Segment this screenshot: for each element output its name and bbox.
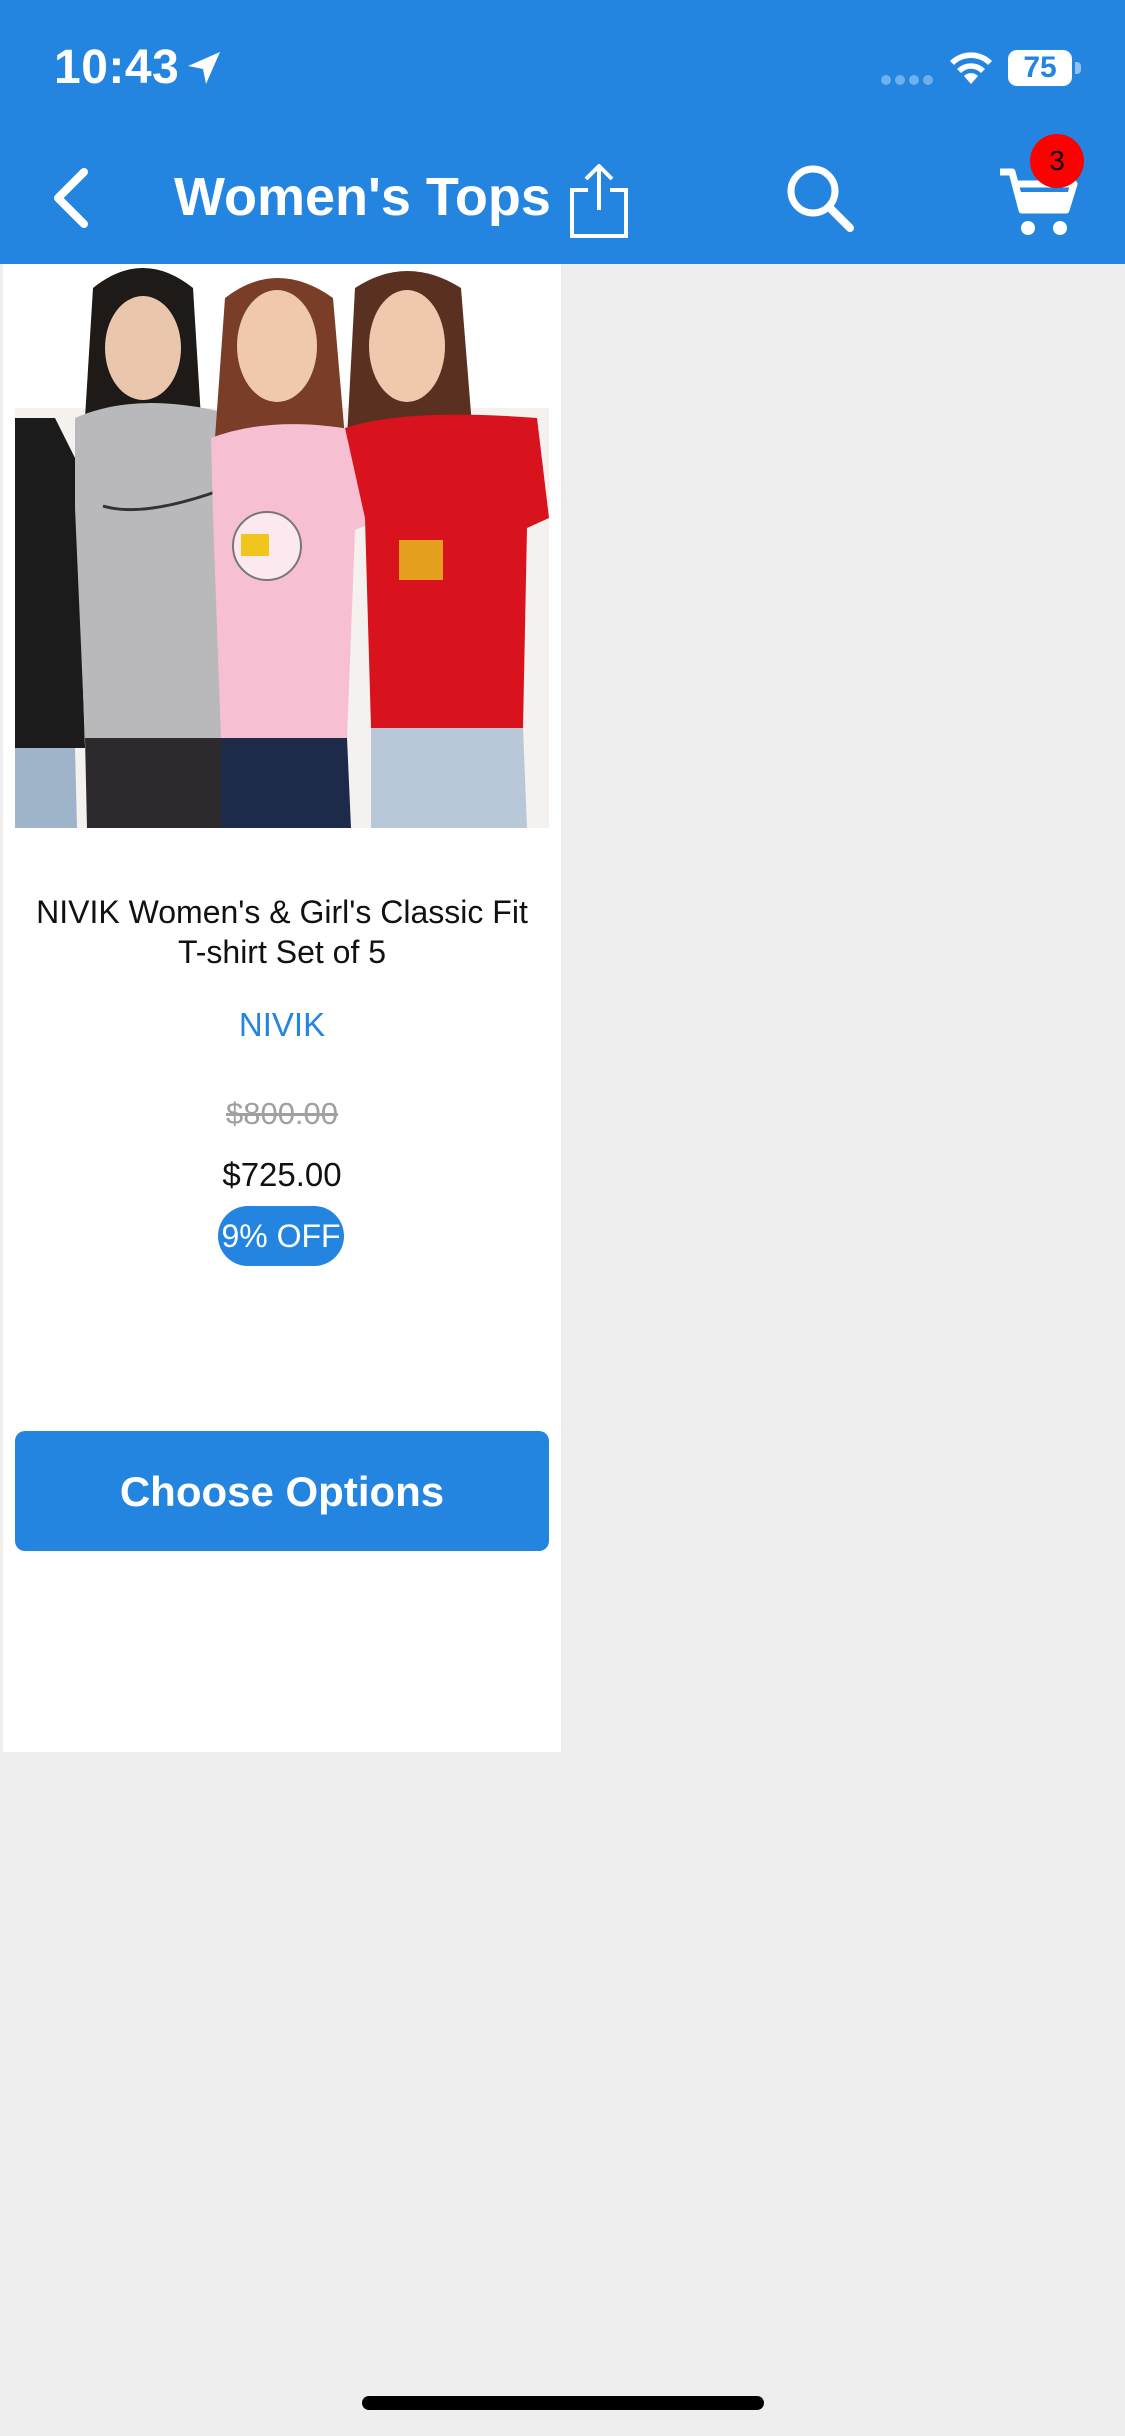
back-chevron-icon[interactable] xyxy=(36,158,116,238)
status-time: 10:43 xyxy=(54,41,180,94)
share-icon[interactable] xyxy=(564,162,634,240)
product-name[interactable]: NIVIK Women's & Girl's Classic Fit T-shi… xyxy=(23,892,541,972)
page-title: Women's Tops xyxy=(174,167,551,227)
battery-level: 75 xyxy=(1008,50,1072,86)
battery-nub xyxy=(1075,62,1081,74)
sale-price: $725.00 xyxy=(222,1156,342,1193)
choose-options-button[interactable]: Choose Options xyxy=(15,1431,549,1551)
cart-count-badge: 3 xyxy=(1030,134,1084,188)
search-icon[interactable] xyxy=(780,158,860,238)
battery-icon: 75 xyxy=(1008,50,1082,86)
app-header: 10:43 75 Women's Tops xyxy=(0,0,1125,264)
product-image[interactable] xyxy=(15,268,549,828)
location-arrow-icon xyxy=(188,52,220,84)
signal-icon xyxy=(881,75,933,85)
product-brand[interactable]: NIVIK xyxy=(3,1006,561,1044)
nav-bar: Women's Tops xyxy=(0,132,1125,264)
product-card[interactable]: NIVIK Women's & Girl's Classic Fit T-shi… xyxy=(3,264,561,1752)
home-indicator[interactable] xyxy=(362,2396,764,2410)
status-bar: 10:43 75 xyxy=(0,0,1125,132)
wifi-icon xyxy=(950,52,992,84)
original-price: $800.00 xyxy=(225,1096,339,1131)
discount-badge: 9% OFF xyxy=(218,1206,344,1266)
